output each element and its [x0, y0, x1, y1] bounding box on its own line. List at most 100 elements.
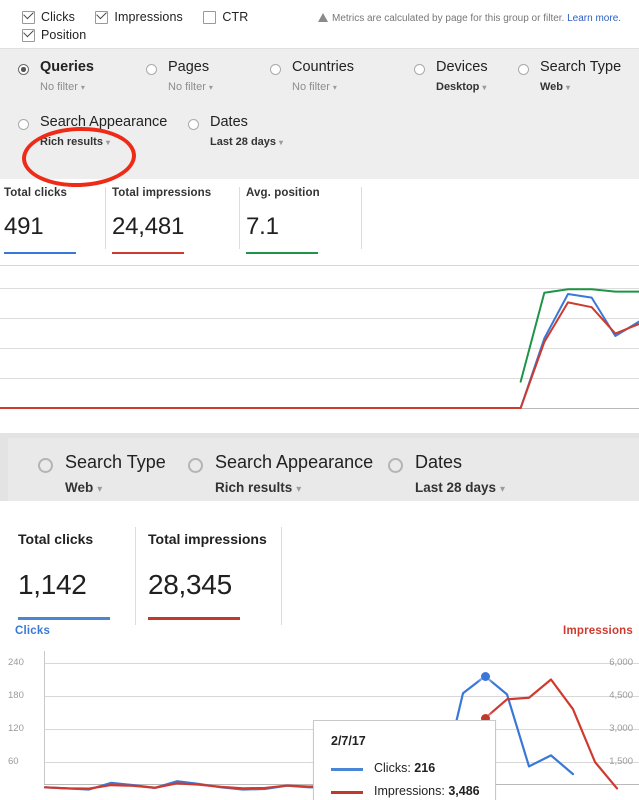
checkbox-position-box [22, 28, 35, 42]
chart-tooltip: 2/7/17 Clicks: 216 Impressions: 3,486 [313, 720, 496, 800]
trend-chart-bottom: Clicks Impressions 240 180 120 60 6,000 … [0, 625, 639, 800]
radio-devices-label: Devices [436, 59, 488, 75]
chevron-down-icon: ▾ [97, 484, 103, 495]
metrics-checkbox-group: Clicks Impressions CTR Position [22, 10, 322, 46]
filter-search-type-value[interactable]: Web ▾ [65, 480, 102, 495]
kpi-divider [239, 187, 240, 249]
filter-pages-value[interactable]: No filter ▾ [168, 81, 213, 93]
chevron-down-icon: ▾ [482, 83, 487, 92]
chevron-down-icon: ▾ [566, 83, 571, 92]
kpi-total-impressions-value: 24,481 [112, 213, 185, 240]
kpi-total-impressions-value: 28,345 [148, 569, 232, 600]
radio-search-type-label: Search Type [65, 452, 166, 472]
filter-search-appearance-value[interactable]: Rich results ▾ [40, 136, 110, 148]
kpi-divider [105, 187, 106, 249]
filter-queries-value[interactable]: No filter ▾ [40, 81, 85, 93]
tooltip-clicks-text: Clicks: 216 [374, 761, 436, 775]
checkbox-impressions-box [95, 10, 109, 24]
checkbox-impressions[interactable]: Impressions [95, 10, 183, 24]
radio-queries-label: Queries [40, 59, 94, 75]
kpi-avg-position: Avg. position 7.1 [246, 187, 362, 254]
radio-pages-label: Pages [168, 59, 210, 75]
chevron-down-icon: ▾ [279, 138, 284, 147]
kpi-divider [361, 187, 362, 249]
left-axis-title: Clicks [15, 625, 51, 637]
radio-search-type-circle [518, 64, 529, 75]
plot-area: 240 180 120 60 6,000 4,500 3,000 1,500 2… [0, 651, 639, 800]
filter-search-type-value[interactable]: Web ▾ [540, 81, 570, 93]
chevron-down-icon: ▾ [296, 484, 302, 495]
tooltip-impressions-text: Impressions: 3,486 [374, 784, 480, 798]
checkbox-ctr[interactable]: CTR [203, 10, 248, 24]
kpi-divider [281, 527, 282, 631]
filter-dates-value[interactable]: Last 28 days ▾ [210, 136, 283, 148]
trend-chart-top-svg [0, 288, 639, 409]
filter-dates-value[interactable]: Last 28 days ▾ [415, 480, 505, 495]
radio-dates-circle [188, 119, 199, 130]
radio-search-type-label: Search Type [540, 59, 622, 75]
chevron-down-icon: ▾ [332, 83, 337, 92]
kpi-total-clicks: Total clicks 491 [4, 187, 106, 254]
chevron-down-icon: ▾ [105, 138, 110, 147]
radio-search-appearance-circle [188, 458, 203, 473]
checkbox-clicks[interactable]: Clicks [22, 10, 75, 24]
dimension-filter-bar-zoomed: Search Type Web ▾ Search Appearance Rich … [0, 433, 639, 501]
kpi-total-clicks-value: 491 [4, 213, 44, 240]
kpi-total-impressions-title: Total impressions [112, 187, 212, 199]
radio-dates-circle [388, 458, 403, 473]
right-axis-title: Impressions [563, 625, 633, 637]
learn-more-link[interactable]: Learn more. [567, 13, 621, 24]
checkbox-impressions-label: Impressions [114, 10, 183, 24]
filter-devices-value[interactable]: Desktop ▾ [436, 81, 486, 93]
kpi-avg-position-title: Avg. position [246, 187, 320, 199]
kpi-total-clicks-title: Total clicks [4, 187, 67, 199]
checkbox-clicks-box [22, 10, 35, 24]
warning-triangle-icon [318, 13, 328, 22]
kpi-total-impressions-2: Total impressions 28,345 [148, 527, 282, 631]
search-analytics-panel-bottom: Search Type Web ▾ Search Appearance Rich … [0, 433, 639, 800]
chevron-down-icon: ▾ [208, 83, 213, 92]
radio-devices-circle [414, 64, 425, 75]
tooltip-date: 2/7/17 [331, 734, 366, 748]
kpi-total-clicks-underline [18, 617, 110, 620]
kpi-total-impressions-title: Total impressions [148, 531, 267, 547]
kpi-total-clicks-2: Total clicks 1,142 [18, 527, 136, 631]
kpi-total-impressions: Total impressions 24,481 [112, 187, 240, 254]
checkbox-position-label: Position [41, 28, 87, 42]
checkbox-ctr-box [203, 10, 217, 24]
radio-search-appearance-label: Search Appearance [40, 114, 168, 130]
chevron-down-icon: ▾ [500, 484, 506, 495]
metrics-notice-text: Metrics are calculated by page for this … [332, 13, 568, 24]
kpi-summary-row-top: Total clicks 491 Total impressions 24,48… [0, 179, 639, 261]
metrics-checkbox-bar: Clicks Impressions CTR Position Metrics … [0, 0, 639, 48]
checkbox-position[interactable]: Position [22, 28, 86, 42]
radio-queries-circle [18, 64, 29, 75]
filter-search-appearance-value[interactable]: Rich results ▾ [215, 480, 301, 495]
metrics-notice: Metrics are calculated by page for this … [318, 12, 630, 26]
kpi-total-clicks-title: Total clicks [18, 531, 94, 547]
kpi-summary-row-bottom: Total clicks 1,142 Total impressions 28,… [0, 509, 639, 643]
radio-pages-circle [146, 64, 157, 75]
radio-search-appearance-label: Search Appearance [215, 452, 374, 472]
filter-countries-value[interactable]: No filter ▾ [292, 81, 337, 93]
search-analytics-panel-top: Clicks Impressions CTR Position Metrics … [0, 0, 639, 424]
kpi-avg-position-underline [246, 252, 318, 254]
kpi-total-clicks-value: 1,142 [18, 569, 87, 600]
checkbox-ctr-label: CTR [222, 10, 249, 24]
radio-dates-label: Dates [415, 452, 463, 472]
radio-dates-label: Dates [210, 114, 248, 130]
kpi-total-impressions-underline [148, 617, 240, 620]
kpi-total-impressions-underline [112, 252, 184, 254]
checkbox-clicks-label: Clicks [41, 10, 75, 24]
chevron-down-icon: ▾ [80, 83, 85, 92]
dimension-filter-bar: Queries No filter ▾ Pages No filter ▾ Coun… [0, 48, 639, 180]
dimension-filter-bar-inner: Search Type Web ▾ Search Appearance Rich … [8, 438, 639, 501]
kpi-divider [135, 527, 136, 631]
tooltip-clicks-swatch [331, 768, 363, 771]
radio-search-appearance-circle [18, 119, 29, 130]
tooltip-impressions-swatch [331, 791, 363, 794]
radio-countries-label: Countries [292, 59, 355, 75]
highlight-point-clicks [480, 671, 490, 681]
radio-countries-circle [270, 64, 281, 75]
trend-chart-top [0, 265, 639, 414]
